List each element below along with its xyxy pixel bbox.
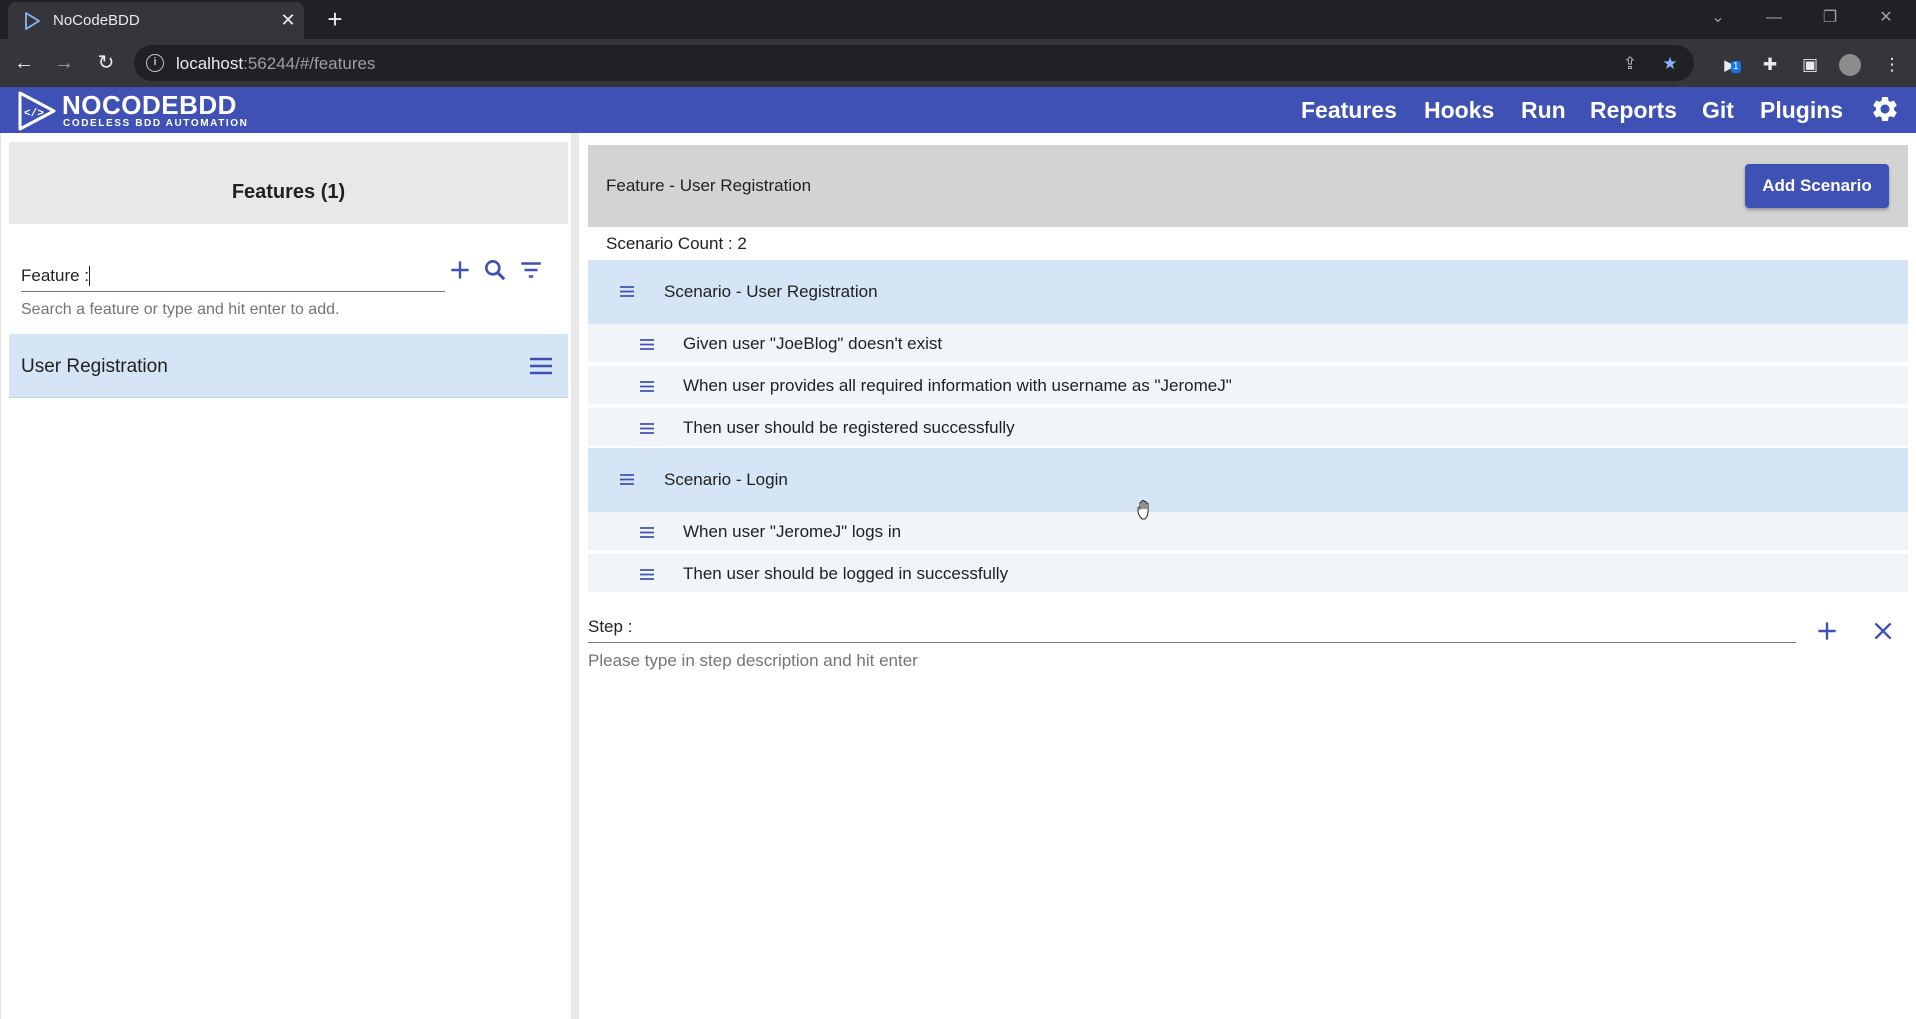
close-window-icon[interactable]: ✕ [1872, 6, 1900, 30]
feature-input-hint: Search a feature or type and hit enter t… [21, 301, 340, 318]
share-icon[interactable]: ⇪ [1618, 52, 1642, 76]
profile-avatar[interactable] [1838, 53, 1862, 77]
step-text: When user "JeromeJ" logs in [683, 522, 902, 541]
extensions-puzzle-icon[interactable]: ✚ [1758, 53, 1782, 77]
features-header: Features (1) [9, 142, 568, 224]
hand-cursor-icon [1137, 499, 1149, 520]
nav-plugins[interactable]: Plugins [1760, 97, 1843, 124]
logo-tagline: CODELESS BDD AUTOMATION [63, 118, 249, 129]
forward-icon[interactable]: → [50, 49, 78, 77]
address-bar[interactable]: i localhost:56244/#/features ⇪ ★ [134, 45, 1694, 81]
nav-features[interactable]: Features [1301, 97, 1397, 124]
panel-divider[interactable] [571, 133, 579, 1019]
nav-git[interactable]: Git [1702, 97, 1734, 124]
svg-text:</>: </> [24, 108, 44, 120]
step-drag-handle-icon[interactable] [640, 381, 654, 392]
nocodebdd-logo[interactable]: </> NOCODEBDD CODELESS BDD AUTOMATION [16, 90, 266, 131]
reload-icon[interactable]: ↻ [92, 49, 120, 77]
step-input-hint: Please type in step description and hit … [588, 651, 918, 670]
features-sidebar: Features (1) Feature : Search a feature … [0, 133, 574, 1019]
bookmark-star-icon[interactable]: ★ [1658, 52, 1682, 76]
add-scenario-button[interactable]: Add Scenario [1745, 164, 1889, 208]
step-text: When user provides all required informat… [683, 376, 1232, 395]
step-drag-handle-icon[interactable] [640, 339, 654, 350]
step-row[interactable]: When user provides all required informat… [588, 366, 1908, 406]
browser-toolbar: ← → ↻ i localhost:56244/#/features ⇪ ★ ▶… [0, 39, 1916, 87]
feature-list-item[interactable]: User Registration [9, 334, 568, 398]
step-drag-handle-icon[interactable] [640, 423, 654, 434]
back-icon[interactable]: ← [10, 49, 38, 77]
step-drag-handle-icon[interactable] [640, 527, 654, 538]
feature-menu-icon[interactable] [528, 354, 554, 378]
step-input-label: Step : [588, 617, 633, 636]
scenario-row[interactable]: Scenario - Login [588, 448, 1908, 512]
tab-search-icon[interactable]: ⌄ [1704, 6, 1732, 30]
browser-tab[interactable]: NoCodeBDD ✕ [8, 2, 304, 39]
scenario-drag-handle-icon[interactable] [620, 286, 634, 297]
side-panel-icon[interactable]: ▣ [1798, 53, 1822, 77]
app-header: </> NOCODEBDD CODELESS BDD AUTOMATION Fe… [0, 87, 1916, 133]
nav-run[interactable]: Run [1521, 97, 1566, 124]
logo-text: NOCODEBDD [62, 90, 237, 120]
step-row[interactable]: When user "JeromeJ" logs in [588, 512, 1908, 552]
tab-title: NoCodeBDD [53, 12, 140, 29]
add-step-icon[interactable] [1814, 618, 1840, 644]
close-tab-icon[interactable]: ✕ [278, 10, 298, 30]
scenario-drag-handle-icon[interactable] [620, 474, 634, 485]
step-row[interactable]: Given user "JoeBlog" doesn't exist [588, 324, 1908, 364]
feature-input-label: Feature : [21, 266, 90, 285]
text-caret [89, 266, 90, 286]
restore-icon[interactable]: ❐ [1816, 6, 1844, 30]
add-feature-icon[interactable] [447, 257, 473, 283]
step-row[interactable]: Then user should be registered successfu… [588, 408, 1908, 448]
url-text[interactable]: localhost:56244/#/features [176, 54, 375, 74]
new-tab-button[interactable]: + [322, 6, 348, 33]
feature-input[interactable] [21, 291, 445, 292]
extension-badge-icon[interactable]: ▶ 1 [1718, 53, 1742, 77]
feature-title-bar: Feature - User Registration Add Scenario [588, 145, 1908, 227]
step-drag-handle-icon[interactable] [640, 569, 654, 580]
filter-icon[interactable] [518, 257, 544, 283]
browser-tab-bar: NoCodeBDD ✕ + ⌄ — ❐ ✕ [0, 0, 1916, 39]
scenario-title: Scenario - User Registration [664, 282, 878, 301]
site-info-icon[interactable]: i [146, 54, 164, 72]
scenario-title: Scenario - Login [664, 470, 788, 489]
search-icon[interactable] [482, 257, 508, 283]
scenario-row[interactable]: Scenario - User Registration [588, 260, 1908, 324]
features-header-title: Features (1) [231, 181, 346, 203]
scenario-count: Scenario Count : 2 [606, 234, 747, 253]
cancel-step-icon[interactable] [1870, 618, 1896, 644]
step-row[interactable]: Then user should be logged in successful… [588, 554, 1908, 594]
nocodebdd-favicon-icon [25, 12, 40, 30]
step-text: Given user "JoeBlog" doesn't exist [683, 334, 943, 353]
minimize-icon[interactable]: — [1760, 6, 1788, 30]
nav-hooks[interactable]: Hooks [1424, 97, 1494, 124]
logo-play-icon: </> [18, 91, 56, 131]
browser-menu-icon[interactable]: ⋮ [1880, 53, 1904, 77]
settings-gear-icon[interactable] [1870, 94, 1900, 124]
feature-title: Feature - User Registration [606, 176, 812, 195]
feature-item-label: User Registration [21, 356, 168, 377]
step-text: Then user should be logged in successful… [683, 564, 1009, 583]
nav-reports[interactable]: Reports [1590, 97, 1677, 124]
step-input[interactable] [588, 642, 1796, 643]
step-text: Then user should be registered successfu… [683, 418, 1015, 437]
